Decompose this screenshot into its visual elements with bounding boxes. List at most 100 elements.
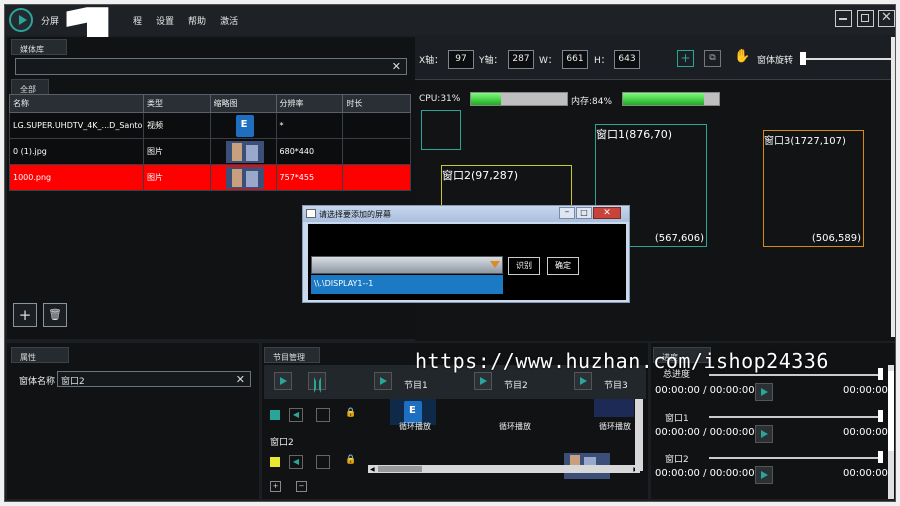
window-3-title: 窗口3(1727,107) [764,136,846,147]
add-row-icon[interactable]: + [270,481,281,492]
maximize-button[interactable] [857,10,874,27]
cpu-progress-fill [471,93,501,105]
select-screen-dialog: 请选择要添加的屏幕 – □ ✕ \\.\DISPLAY1--1 识别 确定 [302,205,630,303]
delete-media-button[interactable]: 🗑 [43,303,67,327]
x-label: X轴： [419,56,444,66]
table-row[interactable]: LG.SUPER.UHDTV_4K_...D_Santo 视频 * [9,112,411,139]
timeline-scroll-thumb[interactable] [888,371,894,451]
total-progress-slider[interactable] [709,374,881,376]
row-type: 视频 [142,112,211,139]
preview-scrollbar[interactable] [891,37,895,337]
program-1-play-button[interactable] [374,372,392,390]
x-input[interactable]: 97 [448,50,474,69]
window-2-title: 窗口2(97,287) [442,169,519,182]
program-1-label[interactable]: 节目1 [404,378,428,391]
identify-button[interactable]: 识别 [508,257,540,275]
tab-properties[interactable]: 属性 [11,347,69,363]
window-3-frame[interactable]: 窗口3(1727,107) (506,589) [763,130,864,247]
program-h-scrollbar[interactable]: ◀ ▶ [368,465,640,473]
program-3-loop-label: 循环播放 [599,422,631,431]
menu-help[interactable]: 帮助 [188,14,206,28]
screen-thumbnail[interactable] [421,110,461,150]
window-2-play-button[interactable] [755,466,773,484]
confirm-button[interactable]: 确定 [547,257,579,275]
program-3-label[interactable]: 节目3 [604,378,628,391]
menu-activate[interactable]: 激活 [220,14,238,28]
w-input[interactable]: 661 [562,50,588,69]
app-window: 分屏 程 设置 帮助 激活 ✕ 1 媒体库 ✕ 全部 名称 类型 缩略图 [4,4,896,502]
dialog-close-icon[interactable]: ✕ [593,207,621,219]
program-2-label[interactable]: 节目2 [504,378,528,391]
screen-option[interactable]: \\.\DISPLAY1--1 [311,275,503,294]
window-1-progress-slider[interactable] [709,416,881,418]
speaker-icon[interactable]: ◀ [289,408,303,422]
add-media-button[interactable]: + [13,303,37,327]
speaker-icon[interactable]: ◀ [289,455,303,469]
copy-window-icon[interactable]: ⧉ [704,50,721,67]
memory-label: 内存:84% [571,97,613,107]
window-2-progress-knob[interactable] [878,451,883,463]
tab-all[interactable]: 全部 [11,79,49,95]
lock-icon[interactable]: 🔒 [344,455,358,469]
remove-row-icon[interactable]: − [296,481,307,492]
lock-icon[interactable]: 🔒 [344,408,358,422]
cpu-label: CPU:31% [419,94,461,104]
clear-name-icon[interactable]: ✕ [236,373,245,386]
hand-icon[interactable]: ✋ [734,49,750,67]
program-v-scrollbar[interactable] [635,399,643,471]
total-progress-knob[interactable] [878,368,883,380]
window-1-play-button[interactable] [755,425,773,443]
col-type[interactable]: 类型 [142,94,211,113]
total-play-button[interactable] [755,383,773,401]
memory-progress [622,92,720,106]
window-2-color-swatch[interactable] [270,457,280,467]
dialog-minimize-button[interactable]: – [559,207,575,219]
rotate-slider-knob[interactable] [800,52,806,65]
window-2-progress-slider[interactable] [709,457,881,459]
col-resolution[interactable]: 分辨率 [275,94,344,113]
rotate-slider[interactable] [801,58,895,60]
clear-search-icon[interactable]: ✕ [392,60,401,73]
row-resolution: 757*455 [275,164,344,191]
pause-all-button[interactable] [308,372,326,393]
col-name[interactable]: 名称 [9,94,144,113]
tab-program-management[interactable]: 节目管理 [264,347,320,363]
table-row[interactable]: 0 (1).jpg 图片 680*440 [9,138,411,165]
window-1-color-swatch[interactable] [270,410,280,420]
program-3-thumbnail[interactable] [594,399,634,417]
minimize-button[interactable] [835,10,852,27]
close-icon[interactable]: ✕ [878,10,895,27]
row-name: LG.SUPER.UHDTV_4K_...D_Santo [9,112,144,139]
window-1-progress-knob[interactable] [878,410,883,422]
visibility-icon[interactable] [316,455,330,469]
app-logo-icon[interactable] [9,8,33,32]
program-3-play-button[interactable] [574,372,592,390]
y-input[interactable]: 287 [508,50,534,69]
chevron-down-icon[interactable] [490,261,500,268]
media-search-input[interactable]: ✕ [15,58,407,75]
add-window-icon[interactable]: + [677,50,694,67]
col-duration[interactable]: 时长 [342,94,411,113]
title-bar: 分屏 程 设置 帮助 激活 ✕ [5,5,895,35]
h-scroll-thumb[interactable] [378,466,422,472]
scroll-left-icon[interactable]: ◀ [370,466,375,473]
play-all-button[interactable] [274,372,292,390]
memory-progress-fill [623,93,704,105]
visibility-icon[interactable] [316,408,330,422]
program-2-play-button[interactable] [474,372,492,390]
screen-select[interactable] [311,256,503,274]
row-resolution: 680*440 [275,138,344,165]
table-row[interactable]: 1000.png 图片 757*455 [9,164,411,191]
window-1-size: (567,606) [654,233,704,244]
total-time: 00:00:00 / 00:00:00 [655,385,755,396]
col-thumbnail[interactable]: 缩略图 [209,94,277,113]
program-2-loop-label: 循环播放 [499,422,531,431]
timeline-scrollbar[interactable] [888,365,894,499]
menu-settings[interactable]: 设置 [156,14,174,28]
tab-media-library[interactable]: 媒体库 [11,39,67,55]
media-table: 名称 类型 缩略图 分辨率 时长 LG.SUPER.UHDTV_4K_...D_… [9,94,411,191]
row-name: 1000.png [9,164,144,191]
h-input[interactable]: 643 [614,50,640,69]
dialog-maximize-button[interactable]: □ [576,207,592,219]
window-name-input[interactable]: 窗口2 ✕ [57,371,251,387]
